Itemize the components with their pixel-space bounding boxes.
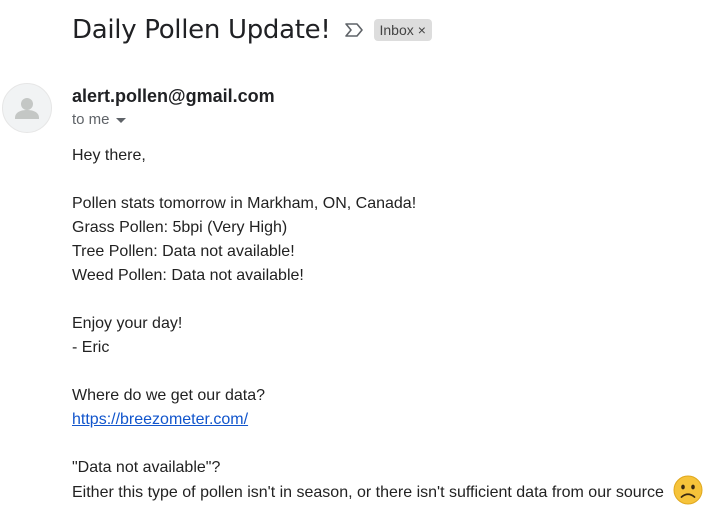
source-link[interactable]: https://breezometer.com/ [72, 411, 248, 428]
weed-pollen-line: Weed Pollen: Data not available! [72, 267, 304, 284]
na-explanation-text: Either this type of pollen isn't in seas… [72, 484, 664, 502]
email-body: Hey there, Pollen stats tomorrow in Mark… [72, 144, 722, 505]
sender-avatar[interactable] [2, 83, 52, 133]
sign-off-line: Enjoy your day! [72, 315, 183, 332]
remove-label-button[interactable]: × [418, 22, 426, 38]
default-avatar-icon [15, 98, 39, 119]
email-subject: Daily Pollen Update! [72, 15, 331, 45]
source-link-line: https://breezometer.com/ [72, 408, 722, 432]
greeting-line: Hey there, [72, 147, 146, 164]
chevron-down-icon[interactable] [115, 118, 126, 123]
signature-line: - Eric [72, 339, 110, 356]
inbox-label-chip: Inbox × [374, 19, 432, 41]
importance-marker-icon[interactable] [344, 22, 364, 38]
recipient-details[interactable]: to me [72, 111, 126, 128]
email-header: Daily Pollen Update! Inbox × [72, 12, 432, 48]
tree-pollen-line: Tree Pollen: Data not available! [72, 243, 295, 260]
frowning-face-emoji-icon [672, 474, 704, 506]
grass-pollen-line: Grass Pollen: 5bpi (Very High) [72, 219, 288, 236]
na-question-line: "Data not available"? [72, 459, 221, 476]
source-question-line: Where do we get our data? [72, 387, 266, 404]
label-chip-text: Inbox [379, 22, 414, 38]
sender-address[interactable]: alert.pollen@gmail.com [72, 86, 275, 107]
stats-intro-line: Pollen stats tomorrow in Markham, ON, Ca… [72, 195, 417, 212]
recipient-label: to me [72, 111, 110, 128]
na-explanation-line: Either this type of pollen isn't in seas… [72, 475, 722, 505]
